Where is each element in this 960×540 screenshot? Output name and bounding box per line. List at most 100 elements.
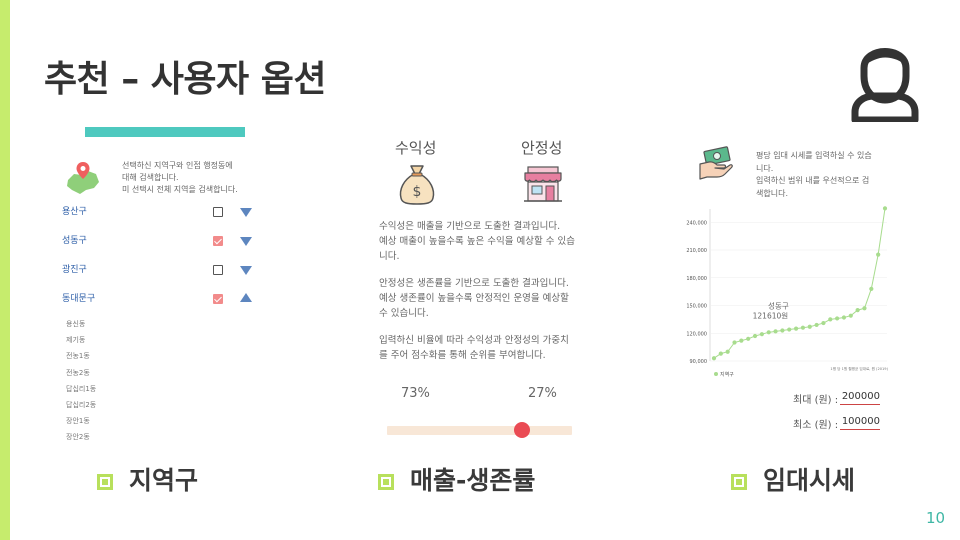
caption-rent-text: 임대시세	[763, 466, 856, 495]
description-line: 를 주어 점수화를 통해 순위를 부여합니다.	[379, 350, 546, 361]
description-line: 예상 매출이 높을수록 높은 수익을 예상할 수 있습	[379, 236, 575, 247]
description-line: 니다.	[379, 251, 400, 262]
rent-description: 평당 임대 시세를 입력하실 수 있습 니다. 입력하신 범위 내를 우선적으로…	[756, 150, 896, 200]
description-line: 입력하신 범위 내를 우선적으로 검	[756, 176, 870, 185]
caption-district: 지역구	[97, 461, 198, 497]
description-line: 입력하신 비율에 따라 수익성과 안정성의 가중치	[379, 335, 569, 346]
max-rent-row: 최대 (원) :	[793, 389, 903, 407]
map-pin-icon	[67, 162, 99, 194]
dong-item[interactable]: 전농1동	[66, 348, 96, 364]
max-rent-input[interactable]	[840, 389, 880, 405]
dong-item[interactable]: 답십리2동	[66, 397, 96, 413]
district-name[interactable]: 동대문구	[62, 292, 95, 306]
expand-arrow-icon[interactable]	[240, 237, 252, 246]
data-point	[869, 286, 874, 291]
weight-description: 입력하신 비율에 따라 수익성과 안정성의 가중치 를 주어 점수화를 통해 순…	[379, 333, 594, 363]
y-tick-label: 180,000	[686, 276, 707, 282]
svg-text:$: $	[413, 184, 422, 200]
annotation-value: 121610원	[753, 311, 789, 320]
y-tick-label: 240,000	[686, 220, 707, 226]
min-rent-row: 최소 (원) :	[793, 414, 903, 432]
bullet-icon	[731, 474, 747, 490]
profit-percent: 73%	[401, 386, 430, 401]
district-name[interactable]: 용산구	[62, 205, 87, 219]
chart-footnote: 1평 당 1원 월평균 임대료, 원 (2019)	[830, 366, 888, 371]
stability-heading: 안정성	[521, 139, 563, 157]
district-checkbox[interactable]	[213, 236, 223, 246]
district-row-yongsan: 용산구	[62, 205, 262, 221]
data-point	[766, 330, 771, 335]
data-point	[752, 333, 758, 339]
data-point	[718, 351, 723, 356]
expand-arrow-icon[interactable]	[240, 208, 252, 217]
min-rent-input[interactable]	[840, 414, 880, 430]
slide-title: 추천 – 사용자 옵션	[44, 59, 326, 100]
dong-item[interactable]: 전농2동	[66, 365, 96, 381]
data-point	[814, 322, 819, 328]
caption-sales: 매출-생존률	[378, 461, 535, 497]
expand-arrow-icon[interactable]	[240, 266, 252, 275]
panel-accent-bar	[85, 127, 245, 137]
district-name[interactable]: 광진구	[62, 263, 87, 277]
data-point	[807, 324, 812, 329]
description-line: 평당 임대 시세를 입력하실 수 있습	[756, 151, 872, 160]
description-line: 색합니다.	[756, 188, 788, 198]
data-point	[855, 308, 860, 313]
page-number: 10	[926, 509, 946, 527]
district-name[interactable]: 성동구	[62, 234, 87, 248]
district-checkbox[interactable]	[213, 294, 223, 304]
caption-district-text: 지역구	[129, 466, 199, 495]
description-line: 예상 생존률이 높을수록 안정적인 운영을 예상할	[379, 293, 569, 304]
caption-sales-text: 매출-생존률	[410, 466, 536, 495]
money-hand-icon	[699, 146, 733, 180]
y-tick-label: 120,000	[686, 331, 707, 337]
district-checkbox[interactable]	[213, 265, 223, 275]
data-point	[835, 316, 840, 321]
bullet-icon	[378, 474, 394, 490]
profit-description: 수익성은 매출을 기반으로 도출한 결과입니다. 예상 매출이 높을수록 높은 …	[379, 219, 594, 264]
data-point	[732, 340, 737, 345]
collapse-arrow-icon[interactable]	[240, 293, 252, 302]
data-point	[882, 206, 888, 211]
dong-item[interactable]: 제기동	[66, 332, 96, 348]
stability-percent: 27%	[528, 386, 557, 401]
district-description: 선택하신 지역구와 인접 행정동에 대해 검색합니다. 미 선택시 전체 지역을…	[122, 160, 272, 196]
data-point	[739, 338, 744, 343]
weight-slider-track[interactable]	[387, 422, 572, 438]
weight-slider-thumb[interactable]	[514, 422, 531, 438]
y-tick-label: 210,000	[686, 248, 707, 254]
description-line: 안정성은 생존률을 기반으로 도출한 결과입니다.	[379, 278, 569, 289]
district-checkbox[interactable]	[213, 207, 223, 217]
data-point	[848, 313, 853, 318]
data-point	[821, 320, 826, 326]
data-point	[780, 328, 785, 333]
description-line: 수 있습니다.	[379, 308, 429, 319]
store-icon	[524, 166, 562, 202]
max-rent-label: 최대 (원) :	[793, 395, 839, 406]
bullet-icon	[97, 474, 113, 490]
dong-item[interactable]: 답십리1동	[66, 381, 96, 397]
legend-label: 지역구	[720, 371, 734, 378]
y-tick-label: 90,000	[690, 359, 708, 365]
dong-item[interactable]: 장안2동	[66, 429, 96, 445]
data-point	[725, 349, 730, 354]
district-row-seongdong: 성동구	[62, 234, 262, 250]
dong-item[interactable]: 장안1동	[66, 413, 96, 429]
min-rent-label: 최소 (원) :	[793, 420, 839, 431]
district-row-gwangjin: 광진구	[62, 263, 262, 279]
annotation-district: 성동구	[768, 301, 789, 310]
data-point	[787, 327, 792, 332]
description-line: 수익성은 매출을 기반으로 도출한 결과입니다.	[379, 221, 561, 232]
data-point	[876, 252, 881, 257]
caption-rent: 임대시세	[731, 461, 855, 497]
money-bag-icon: $	[399, 165, 435, 205]
data-point	[759, 332, 764, 337]
description-line: 선택하신 지역구와 인접 행정동에	[122, 161, 233, 170]
dong-item[interactable]: 용신동	[66, 316, 96, 332]
data-point	[800, 325, 806, 330]
data-point	[828, 317, 833, 322]
rent-line-chart: 90,000 120,000 150,000 180,000 210,000 240,00…	[686, 206, 889, 378]
data-point	[773, 329, 778, 334]
district-row-dongdaemun: 동대문구	[62, 292, 262, 308]
data-point	[841, 315, 847, 320]
